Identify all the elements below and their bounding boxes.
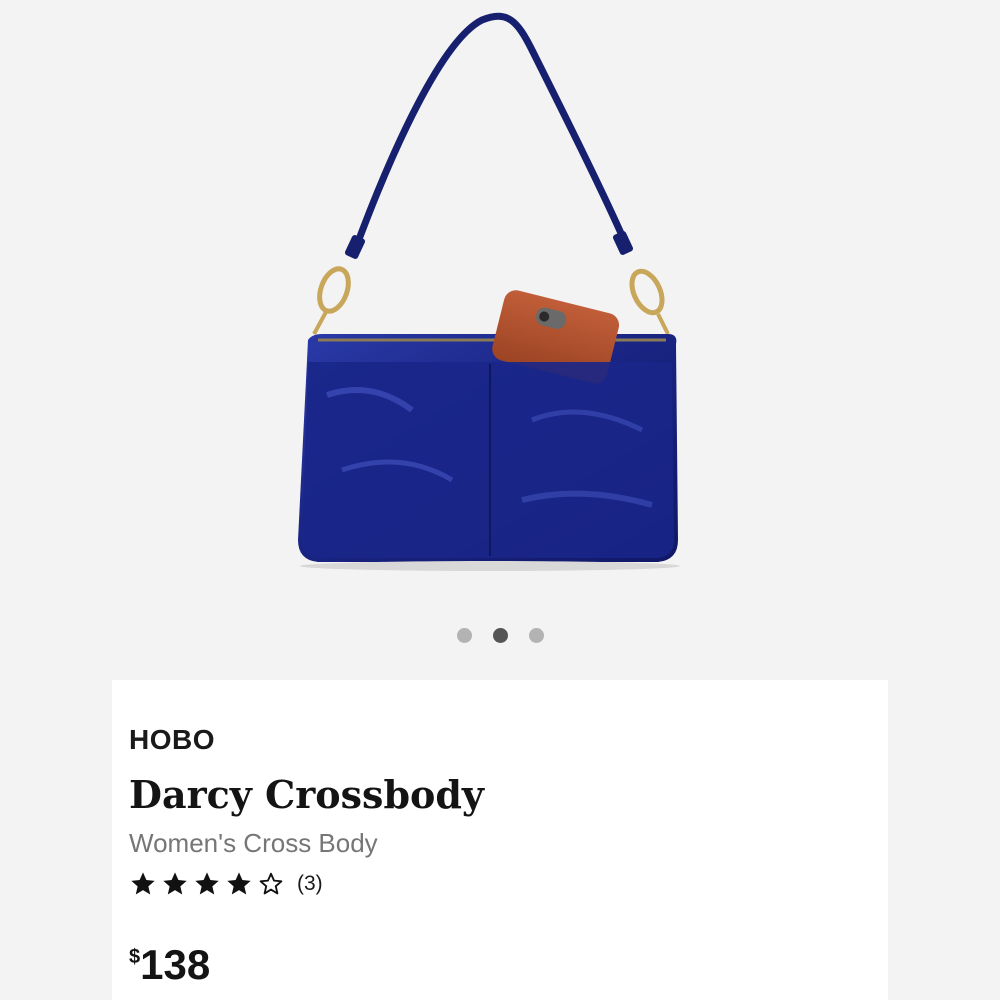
pagination-dot-1[interactable] <box>456 628 472 643</box>
brand-name[interactable]: HOBO <box>129 724 215 756</box>
rating-row[interactable]: (3) <box>129 870 323 898</box>
star-filled-icon <box>163 872 187 895</box>
star-filled-icon <box>227 872 251 895</box>
page-margin-right <box>888 0 1000 1000</box>
product-price: $ 138 <box>129 942 210 988</box>
star-filled-icon <box>195 872 219 895</box>
image-pagination <box>112 628 888 644</box>
star-empty-icon <box>259 872 283 895</box>
product-image-gallery[interactable] <box>112 0 888 680</box>
pagination-dot-2[interactable] <box>492 628 508 643</box>
product-image <box>298 12 680 571</box>
star-filled-icon <box>131 872 155 895</box>
product-category: Women's Cross Body <box>129 828 378 858</box>
page-margin-left <box>0 0 112 1000</box>
pagination-dot-3[interactable] <box>528 628 544 643</box>
product-title: Darcy Crossbody <box>129 772 485 817</box>
product-info-panel: HOBO Darcy Crossbody Women's Cross Body … <box>112 680 888 1000</box>
product-page: HOBO Darcy Crossbody Women's Cross Body … <box>0 0 1000 1000</box>
price-amount: 138 <box>140 941 211 988</box>
review-count: (3) <box>297 872 323 895</box>
currency-symbol: $ <box>129 946 141 968</box>
